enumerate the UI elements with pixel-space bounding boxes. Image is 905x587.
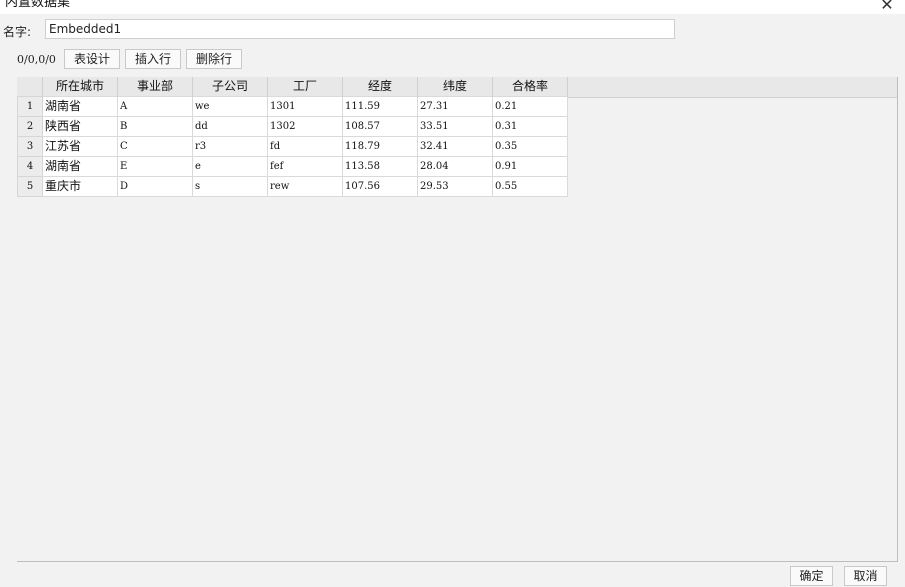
grid-cell[interactable]: 29.53 [417, 176, 493, 197]
grid-cell[interactable]: e [192, 156, 268, 177]
column-header[interactable]: 工厂 [267, 77, 343, 97]
title-bar: 内置数据集 ✕ [0, 0, 905, 14]
grid-cell[interactable]: 1301 [267, 96, 343, 117]
grid-cell[interactable]: 113.58 [342, 156, 418, 177]
grid-cell[interactable]: we [192, 96, 268, 117]
grid-cell[interactable]: 108.57 [342, 116, 418, 137]
grid-cell[interactable]: fd [267, 136, 343, 157]
grid-cell[interactable]: 湖南省 [42, 156, 118, 177]
table-design-button[interactable]: 表设计 [64, 49, 120, 69]
grid-cell[interactable]: 27.31 [417, 96, 493, 117]
row-number[interactable]: 5 [17, 176, 43, 197]
dataset-name-input[interactable] [45, 19, 675, 39]
name-label: 名字: [3, 25, 32, 39]
close-icon[interactable]: ✕ [879, 0, 895, 14]
column-header[interactable]: 所在城市 [42, 77, 118, 97]
row-number[interactable]: 3 [17, 136, 43, 157]
grid-cell[interactable]: fef [267, 156, 343, 177]
grid-cell[interactable]: 32.41 [417, 136, 493, 157]
data-grid: 所在城市 事业部 子公司 工厂 经度 纬度 合格率 1 湖南省 Awe 1301 111.59 27.… [17, 77, 568, 197]
grid-cell[interactable]: B [117, 116, 193, 137]
grid-cell[interactable]: 0.35 [492, 136, 568, 157]
grid-cell[interactable]: 28.04 [417, 156, 493, 177]
grid-cell[interactable]: 0.91 [492, 156, 568, 177]
grid-cell[interactable]: 江苏省 [42, 136, 118, 157]
cancel-button[interactable]: 取消 [844, 566, 887, 586]
grid-cell[interactable]: D [117, 176, 193, 197]
grid-cell[interactable]: 118.79 [342, 136, 418, 157]
row-number[interactable]: 1 [17, 96, 43, 117]
column-header[interactable]: 合格率 [492, 77, 568, 97]
grid-cell[interactable]: 湖南省 [42, 96, 118, 117]
table-row: 4 湖南省 Ee fef 113.58 28.04 0.91 [17, 156, 568, 177]
grid-cell[interactable]: rew [267, 176, 343, 197]
grid-cell[interactable]: A [117, 96, 193, 117]
grid-cell[interactable]: E [117, 156, 193, 177]
data-grid-area: 所在城市 事业部 子公司 工厂 经度 纬度 合格率 1 湖南省 Awe 1301 111.59 27.… [17, 77, 898, 562]
column-header[interactable]: 纬度 [417, 77, 493, 97]
ok-button[interactable]: 确定 [790, 566, 833, 586]
grid-cell[interactable]: 107.56 [342, 176, 418, 197]
grid-cell[interactable]: 重庆市 [42, 176, 118, 197]
table-row: 1 湖南省 Awe 1301 111.59 27.31 0.21 [17, 96, 568, 117]
dialog-footer: 确定 取消 [0, 562, 905, 587]
column-header[interactable]: 经度 [342, 77, 418, 97]
column-header[interactable]: 事业部 [117, 77, 193, 97]
grid-cell[interactable]: 0.21 [492, 96, 568, 117]
insert-row-button[interactable]: 插入行 [125, 49, 181, 69]
grid-cell[interactable]: r3 [192, 136, 268, 157]
cell-reference: 0/0,0/0 [17, 53, 56, 66]
table-row: 2 陕西省 Bdd 1302 108.57 33.51 0.31 [17, 116, 568, 137]
table-row: 5 重庆市 Ds rew 107.56 29.53 0.55 [17, 176, 568, 197]
grid-cell[interactable]: 33.51 [417, 116, 493, 137]
dialog-title: 内置数据集 [5, 0, 71, 10]
grid-cell[interactable]: C [117, 136, 193, 157]
grid-cell[interactable]: 0.55 [492, 176, 568, 197]
grid-cell[interactable]: 0.31 [492, 116, 568, 137]
grid-cell[interactable]: 1302 [267, 116, 343, 137]
grid-cell[interactable]: s [192, 176, 268, 197]
column-header[interactable]: 子公司 [192, 77, 268, 97]
table-row: 3 江苏省 Cr3 fd 118.79 32.41 0.35 [17, 136, 568, 157]
grid-cell[interactable]: dd [192, 116, 268, 137]
grid-header-row: 所在城市 事业部 子公司 工厂 经度 纬度 合格率 [17, 77, 568, 97]
row-number[interactable]: 2 [17, 116, 43, 137]
corner-cell[interactable] [17, 77, 43, 97]
row-number[interactable]: 4 [17, 156, 43, 177]
grid-cell[interactable]: 陕西省 [42, 116, 118, 137]
grid-cell[interactable]: 111.59 [342, 96, 418, 117]
delete-row-button[interactable]: 删除行 [186, 49, 242, 69]
